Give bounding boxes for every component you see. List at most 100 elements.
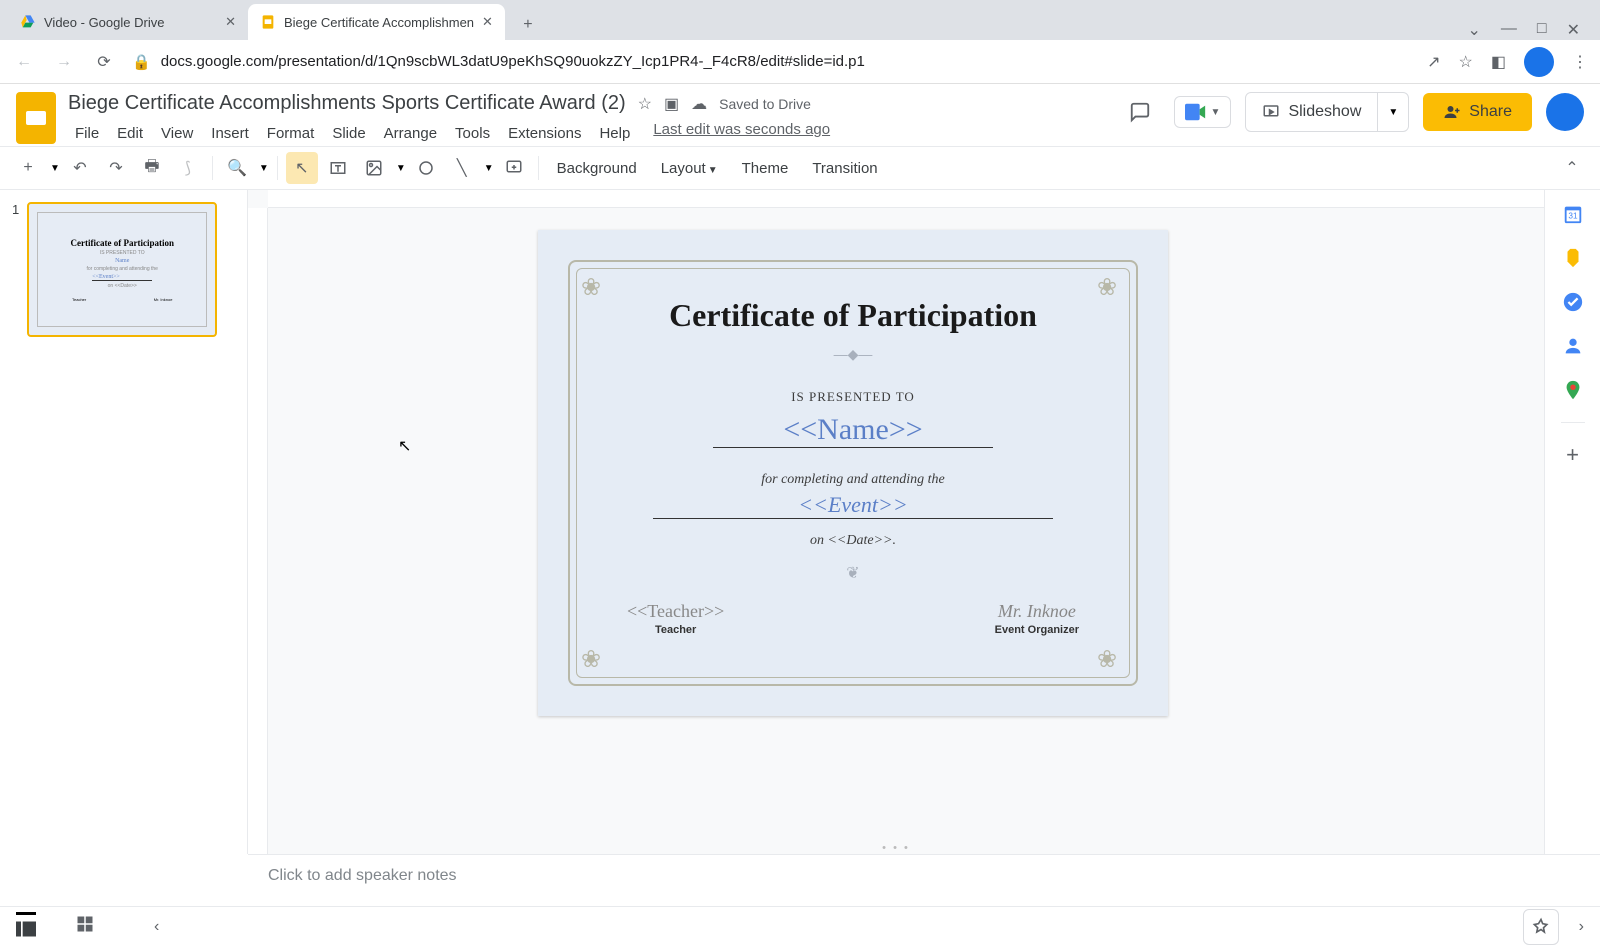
browser-tab-slides[interactable]: Biege Certificate Accomplishmen ✕ (248, 4, 505, 40)
textbox-tool[interactable] (322, 152, 354, 184)
browser-tab-drive[interactable]: Video - Google Drive ✕ (8, 4, 248, 40)
menu-view[interactable]: View (154, 121, 200, 146)
google-account-avatar[interactable] (1546, 93, 1584, 131)
slideshow-dropdown[interactable]: ▼ (1377, 93, 1408, 131)
explore-button[interactable] (1523, 909, 1559, 945)
url-field[interactable]: 🔒 docs.google.com/presentation/d/1Qn9scb… (132, 53, 1411, 71)
comment-tool[interactable] (498, 152, 530, 184)
new-slide-dropdown[interactable]: ▼ (50, 163, 60, 174)
maximize-icon[interactable]: □ (1537, 20, 1547, 40)
redo-button[interactable]: ↷ (100, 152, 132, 184)
speaker-notes[interactable]: Click to add speaker notes (248, 854, 1600, 906)
corner-flourish-icon: ❀ (581, 273, 609, 301)
close-tab-icon[interactable]: ✕ (225, 14, 236, 30)
thumb-cert-title: Certificate of Participation (71, 238, 174, 248)
tab-title-2: Biege Certificate Accomplishmen (284, 15, 474, 30)
name-field[interactable]: <<Name>> (713, 413, 993, 448)
share-label: Share (1469, 103, 1512, 121)
vertical-ruler (248, 208, 268, 854)
document-title[interactable]: Biege Certificate Accomplishments Sports… (68, 92, 626, 115)
comments-icon[interactable] (1120, 92, 1160, 132)
chrome-menu-icon[interactable]: ⋮ (1572, 52, 1588, 72)
menu-tools[interactable]: Tools (448, 121, 497, 146)
menu-extensions[interactable]: Extensions (501, 121, 588, 146)
filmstrip-view-icon[interactable] (16, 912, 36, 942)
forward-button[interactable]: → (52, 53, 76, 71)
event-field[interactable]: <<Event>> (653, 492, 1053, 519)
bookmark-icon[interactable]: ☆ (1459, 52, 1473, 72)
undo-button[interactable]: ↶ (64, 152, 96, 184)
line-tool[interactable]: ╲ (446, 152, 478, 184)
menu-file[interactable]: File (68, 121, 106, 146)
zoom-dropdown[interactable]: ▼ (259, 163, 269, 174)
reload-button[interactable]: ⟳ (92, 52, 116, 72)
menu-edit[interactable]: Edit (110, 121, 150, 146)
background-button[interactable]: Background (547, 154, 647, 183)
menu-format[interactable]: Format (260, 121, 322, 146)
for-text[interactable]: for completing and attending the (761, 472, 945, 488)
shape-tool[interactable] (410, 152, 442, 184)
canvas-area[interactable]: ↖ ❀ ❀ ❀ ❀ Certificate of Participation —… (248, 190, 1544, 854)
corner-flourish-icon: ❀ (1097, 645, 1125, 673)
tasks-icon[interactable] (1561, 290, 1585, 314)
toolbar: + ▼ ↶ ↷ 🖶 ⟆ 🔍 ▼ ↖ ▼ ╲ ▼ Background Layou… (0, 146, 1600, 190)
maps-icon[interactable] (1561, 378, 1585, 402)
slideshow-button[interactable]: Slideshow (1246, 93, 1377, 131)
select-tool[interactable]: ↖ (286, 152, 318, 184)
certificate-title[interactable]: Certificate of Participation (669, 297, 1037, 334)
show-sidebar-icon[interactable]: › (1579, 918, 1584, 936)
last-edit-link[interactable]: Last edit was seconds ago (653, 121, 830, 146)
grid-view-icon[interactable] (76, 915, 94, 938)
bottom-bar: ‹ › (0, 906, 1600, 946)
flourish-icon: ❦ (846, 563, 859, 583)
cloud-icon[interactable]: ☁ (691, 94, 707, 114)
notes-drag-handle[interactable]: • • • (882, 842, 910, 854)
share-page-icon[interactable]: ↗ (1427, 52, 1440, 72)
meet-button[interactable]: ▼ (1174, 96, 1232, 128)
image-dropdown[interactable]: ▼ (396, 163, 406, 174)
sig1-name: <<Teacher>> (627, 601, 724, 622)
new-tab-button[interactable]: + (513, 10, 543, 40)
print-button[interactable]: 🖶 (136, 152, 168, 184)
sidepanel-icon[interactable]: ◧ (1491, 52, 1506, 72)
chrome-profile-avatar[interactable] (1524, 47, 1554, 77)
image-tool[interactable] (358, 152, 390, 184)
new-slide-button[interactable]: + (12, 152, 44, 184)
name-placeholder: <<Name>> (783, 413, 922, 446)
slides-logo-icon[interactable] (16, 92, 56, 144)
keep-icon[interactable] (1561, 246, 1585, 270)
menu-slide[interactable]: Slide (325, 121, 372, 146)
transition-button[interactable]: Transition (802, 154, 887, 183)
share-button[interactable]: Share (1423, 93, 1532, 131)
signature-right[interactable]: Mr. Inknoe Event Organizer (995, 601, 1079, 636)
slide-canvas[interactable]: ❀ ❀ ❀ ❀ Certificate of Participation —◆—… (538, 230, 1168, 716)
move-icon[interactable]: ▣ (664, 94, 679, 114)
menu-arrange[interactable]: Arrange (377, 121, 444, 146)
date-text[interactable]: on <<Date>>. (810, 533, 896, 549)
calendar-icon[interactable]: 31 (1561, 202, 1585, 226)
collapse-toolbar-icon[interactable]: ⌃ (1556, 152, 1588, 184)
collapse-panel-icon[interactable]: ‹ (154, 918, 159, 936)
slide-thumbnail-1[interactable]: Certificate of Participation IS PRESENTE… (27, 202, 217, 337)
presented-to-text[interactable]: IS PRESENTED TO (791, 389, 915, 405)
contacts-icon[interactable] (1561, 334, 1585, 358)
close-window-icon[interactable]: ✕ (1567, 20, 1580, 40)
mouse-cursor-icon: ↖ (398, 436, 411, 456)
line-dropdown[interactable]: ▼ (484, 163, 494, 174)
theme-button[interactable]: Theme (732, 154, 799, 183)
minimize-icon[interactable]: — (1501, 20, 1517, 40)
menu-insert[interactable]: Insert (204, 121, 256, 146)
menu-help[interactable]: Help (592, 121, 637, 146)
add-addon-icon[interactable]: + (1561, 443, 1585, 467)
back-button[interactable]: ← (12, 53, 36, 71)
corner-flourish-icon: ❀ (1097, 273, 1125, 301)
paint-format-button[interactable]: ⟆ (172, 152, 204, 184)
drive-icon (20, 14, 36, 30)
close-tab-icon[interactable]: ✕ (482, 14, 493, 30)
save-status: Saved to Drive (719, 96, 811, 112)
signature-left[interactable]: <<Teacher>> Teacher (627, 601, 724, 636)
star-icon[interactable]: ☆ (638, 94, 652, 114)
zoom-button[interactable]: 🔍 (221, 152, 253, 184)
layout-button[interactable]: Layout▼ (651, 154, 728, 183)
tab-search-icon[interactable]: ⌄ (1468, 20, 1481, 40)
